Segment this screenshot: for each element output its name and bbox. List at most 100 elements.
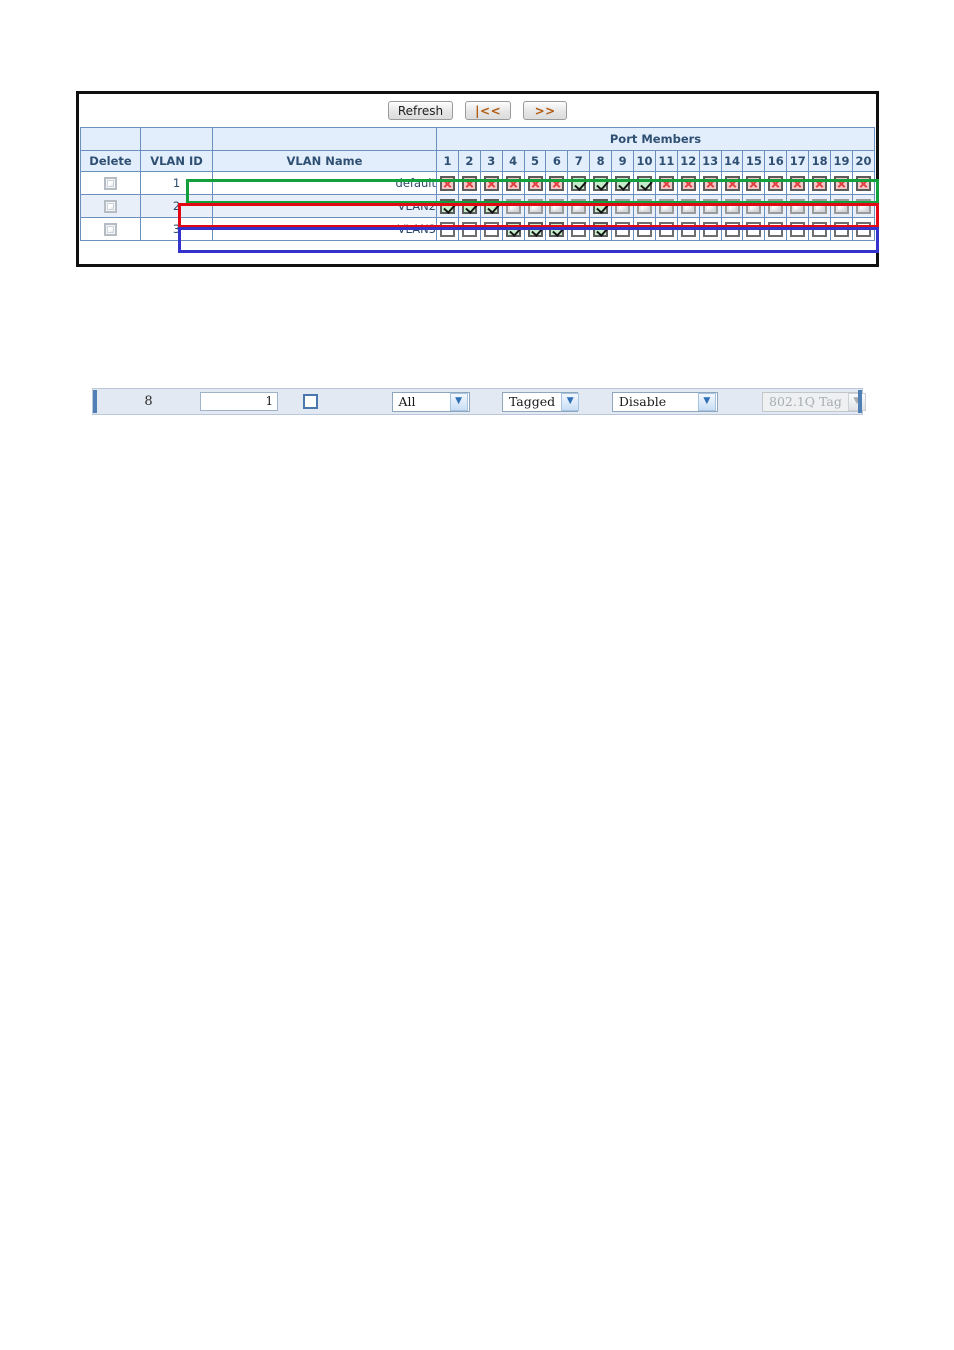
port-member-cell-17[interactable] (786, 194, 810, 218)
port-member-checkbox[interactable] (746, 198, 762, 214)
port-member-cell-12[interactable] (676, 217, 700, 241)
port-member-cell-2[interactable] (457, 217, 481, 241)
port-member-cell-6[interactable] (545, 171, 569, 195)
port-member-cell-15[interactable] (742, 194, 766, 218)
port-member-checkbox[interactable] (680, 198, 696, 214)
port-member-cell-12[interactable] (676, 171, 700, 195)
port-member-cell-1[interactable] (436, 171, 459, 195)
port-member-checkbox[interactable] (658, 198, 674, 214)
port-member-checkbox[interactable] (615, 198, 631, 214)
port-member-cell-20[interactable] (851, 194, 876, 218)
port-member-checkbox[interactable] (571, 198, 587, 214)
port-member-cell-9[interactable] (611, 217, 635, 241)
vlan-name-cell[interactable]: VLAN3 (212, 217, 437, 241)
port-member-checkbox[interactable] (812, 221, 828, 237)
port-member-cell-6[interactable] (545, 194, 569, 218)
port-member-cell-11[interactable] (654, 194, 678, 218)
port-member-checkbox[interactable] (680, 221, 696, 237)
port-member-cell-18[interactable] (808, 194, 832, 218)
port-member-cell-8[interactable] (589, 217, 613, 241)
port-member-cell-16[interactable] (764, 194, 788, 218)
port-member-cell-20[interactable] (851, 217, 876, 241)
port-member-cell-16[interactable] (764, 217, 788, 241)
port-member-cell-14[interactable] (720, 194, 744, 218)
port-member-cell-4[interactable] (501, 217, 525, 241)
port-member-checkbox[interactable] (505, 221, 521, 237)
port-member-checkbox[interactable] (483, 198, 499, 214)
port-member-cell-4[interactable] (501, 194, 525, 218)
port-member-checkbox[interactable] (549, 221, 565, 237)
port-member-cell-13[interactable] (698, 194, 722, 218)
refresh-button[interactable]: Refresh (387, 101, 454, 120)
port-member-cell-7[interactable] (567, 194, 591, 218)
port-member-checkbox[interactable] (702, 175, 718, 191)
vlan-name-cell[interactable]: VLAN2 (212, 194, 437, 218)
port-member-cell-5[interactable] (523, 217, 547, 241)
port-member-cell-7[interactable] (567, 217, 591, 241)
port-member-cell-10[interactable] (633, 194, 656, 218)
port-member-cell-3[interactable] (479, 171, 503, 195)
port-member-checkbox[interactable] (461, 221, 477, 237)
port-member-cell-13[interactable] (698, 217, 722, 241)
port-member-checkbox[interactable] (790, 175, 806, 191)
port-member-cell-13[interactable] (698, 171, 722, 195)
port-member-checkbox[interactable] (658, 221, 674, 237)
port-member-checkbox[interactable] (855, 175, 871, 191)
port-member-checkbox[interactable] (636, 198, 652, 214)
port-member-checkbox[interactable] (461, 198, 477, 214)
port-member-cell-11[interactable] (654, 171, 678, 195)
egress-tagging-select[interactable]: Tagged ▼ (501, 391, 580, 412)
port-member-cell-19[interactable] (830, 194, 853, 218)
port-member-checkbox[interactable] (702, 221, 718, 237)
port-member-cell-5[interactable] (523, 194, 547, 218)
port-member-checkbox[interactable] (636, 221, 652, 237)
port-member-checkbox[interactable] (527, 175, 543, 191)
port-member-cell-2[interactable] (457, 194, 481, 218)
frame-type-select[interactable]: All ▼ (391, 391, 470, 412)
port-member-checkbox[interactable] (527, 221, 543, 237)
port-member-cell-1[interactable] (436, 217, 459, 241)
port-member-checkbox[interactable] (812, 198, 828, 214)
port-member-checkbox[interactable] (549, 175, 565, 191)
port-member-checkbox[interactable] (505, 175, 521, 191)
port-member-checkbox[interactable] (483, 175, 499, 191)
port-member-checkbox[interactable] (768, 175, 784, 191)
port-member-checkbox[interactable] (768, 221, 784, 237)
port-member-cell-8[interactable] (589, 171, 613, 195)
port-member-checkbox[interactable] (439, 198, 455, 214)
port-member-cell-10[interactable] (633, 217, 656, 241)
ingress-filtering-checkbox[interactable] (303, 394, 319, 409)
port-member-cell-2[interactable] (457, 171, 481, 195)
pvid-input[interactable]: 1 (200, 392, 279, 411)
port-member-checkbox[interactable] (790, 198, 806, 214)
port-member-checkbox[interactable] (636, 175, 652, 191)
port-member-checkbox[interactable] (461, 175, 477, 191)
port-member-cell-14[interactable] (720, 217, 744, 241)
port-member-checkbox[interactable] (483, 221, 499, 237)
port-member-checkbox[interactable] (833, 198, 849, 214)
port-vlan-mode-select[interactable]: Disable ▼ (611, 391, 718, 412)
port-member-checkbox[interactable] (724, 221, 740, 237)
port-member-cell-8[interactable] (589, 194, 613, 218)
port-member-cell-9[interactable] (611, 171, 635, 195)
port-member-cell-17[interactable] (786, 171, 810, 195)
port-member-cell-12[interactable] (676, 194, 700, 218)
port-member-checkbox[interactable] (746, 221, 762, 237)
port-member-cell-18[interactable] (808, 171, 832, 195)
vlan-name-cell[interactable]: default (212, 171, 437, 195)
port-member-checkbox[interactable] (746, 175, 762, 191)
port-member-cell-18[interactable] (808, 217, 832, 241)
port-member-checkbox[interactable] (593, 221, 609, 237)
port-member-cell-4[interactable] (501, 171, 525, 195)
port-member-cell-15[interactable] (742, 171, 766, 195)
port-member-checkbox[interactable] (768, 198, 784, 214)
port-member-checkbox[interactable] (615, 221, 631, 237)
first-page-button[interactable]: |<< (465, 101, 512, 120)
port-member-cell-17[interactable] (786, 217, 810, 241)
port-member-cell-20[interactable] (851, 171, 876, 195)
port-member-checkbox[interactable] (527, 198, 543, 214)
port-member-checkbox[interactable] (790, 221, 806, 237)
port-member-cell-9[interactable] (611, 194, 635, 218)
port-member-cell-3[interactable] (479, 217, 503, 241)
port-member-checkbox[interactable] (615, 175, 631, 191)
